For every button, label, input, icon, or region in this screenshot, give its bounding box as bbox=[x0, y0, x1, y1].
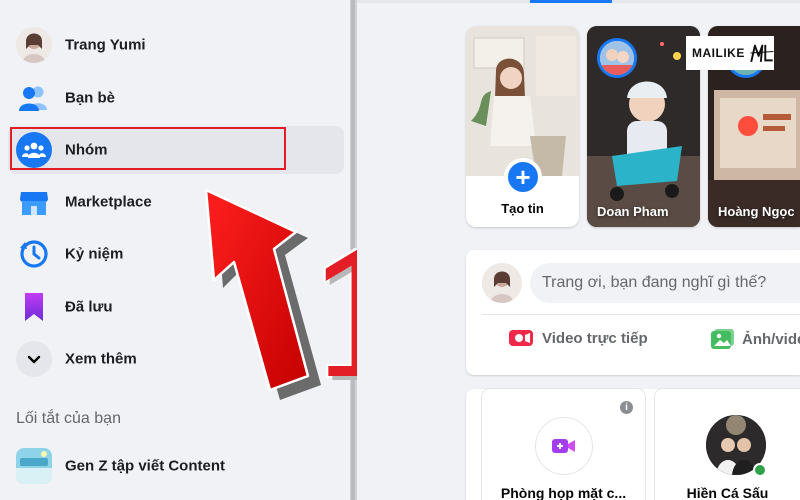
sidebar-item-friends[interactable]: Bạn bè bbox=[8, 74, 344, 122]
contact-card[interactable]: Hiền Cá Sấu bbox=[655, 389, 800, 500]
info-icon[interactable]: i bbox=[620, 401, 633, 414]
active-tab-indicator bbox=[530, 0, 612, 3]
watermark-text: MAILIKE bbox=[692, 46, 745, 60]
groups-icon bbox=[16, 132, 52, 168]
sidebar-item-marketplace[interactable]: Marketplace bbox=[8, 178, 344, 226]
whats-on-your-mind-input[interactable]: Trang ơi, bạn đang nghĩ gì thế? bbox=[530, 263, 800, 303]
story-author-name: Doan Pham bbox=[597, 204, 669, 219]
friends-icon bbox=[16, 80, 52, 116]
create-room-icon bbox=[535, 417, 593, 475]
sidebar-item-saved[interactable]: Đã lưu bbox=[8, 283, 344, 331]
live-video-button[interactable]: Video trực tiếp bbox=[508, 328, 648, 348]
ml-logo-icon bbox=[750, 44, 774, 63]
mailike-watermark: MAILIKE bbox=[686, 36, 774, 70]
sidebar-item-label: Gen Z tập viết Content bbox=[65, 457, 226, 475]
sidebar-item-label: Nhóm bbox=[65, 141, 108, 159]
photo-icon bbox=[711, 329, 734, 349]
story-author-avatar bbox=[597, 38, 637, 78]
contact-name: Hiền Cá Sấu bbox=[686, 485, 769, 500]
shortcuts-heading: Lối tắt của bạn bbox=[16, 410, 121, 427]
composer-avatar[interactable] bbox=[482, 263, 522, 303]
composer-divider bbox=[482, 314, 800, 315]
live-video-icon bbox=[509, 330, 533, 346]
sidebar-item-profile[interactable]: Trang Yumi bbox=[8, 21, 344, 69]
online-status-dot bbox=[753, 463, 767, 477]
create-room-label: Phòng họp mặt c... bbox=[500, 485, 627, 500]
chevron-down-icon bbox=[16, 341, 52, 377]
profile-avatar bbox=[16, 27, 52, 63]
live-video-label: Video trực tiếp bbox=[542, 329, 648, 347]
post-composer: Trang ơi, bạn đang nghĩ gì thế? Video tr… bbox=[466, 250, 800, 375]
sidebar-item-memories[interactable]: Kỷ niệm bbox=[8, 230, 344, 278]
create-story-label: Tạo tin bbox=[501, 201, 544, 216]
sidebar-item-label: Xem thêm bbox=[65, 350, 137, 368]
marketplace-icon bbox=[16, 184, 52, 220]
create-story-card[interactable]: + Tạo tin bbox=[466, 26, 579, 227]
sidebar-item-groups[interactable]: Nhóm bbox=[8, 126, 344, 174]
create-room-card[interactable]: i Phòng họp mặt c... bbox=[482, 389, 645, 500]
group-thumbnail bbox=[16, 448, 52, 484]
left-sidebar: Trang Yumi Bạn bè Nhóm Marketplace Kỷ ni… bbox=[0, 0, 350, 500]
memories-icon bbox=[16, 236, 52, 272]
sidebar-item-label: Đã lưu bbox=[65, 298, 113, 316]
sidebar-item-label: Marketplace bbox=[65, 193, 152, 211]
saved-icon bbox=[16, 289, 52, 325]
photo-video-button[interactable]: Ảnh/vide bbox=[710, 328, 800, 350]
sidebar-item-see-more[interactable]: Xem thêm bbox=[8, 335, 344, 383]
add-story-icon[interactable]: + bbox=[504, 158, 542, 196]
sidebar-item-label: Trang Yumi bbox=[65, 36, 146, 54]
photo-video-label: Ảnh/vide bbox=[742, 330, 800, 348]
create-story-photo bbox=[466, 26, 579, 176]
sidebar-item-label: Bạn bè bbox=[65, 89, 116, 107]
story-author-name: Hoàng Ngọc bbox=[718, 204, 795, 219]
sidebar-item-label: Kỷ niệm bbox=[65, 245, 124, 263]
story-card[interactable]: Doan Pham bbox=[587, 26, 700, 227]
shortcut-item-gen-z[interactable]: Gen Z tập viết Content bbox=[8, 442, 344, 490]
